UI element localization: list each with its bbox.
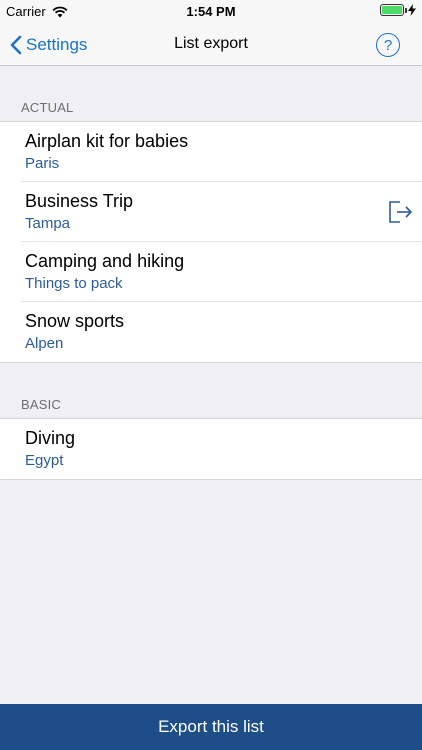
list-item[interactable]: Airplan kit for babies Paris <box>0 122 422 182</box>
export-icon[interactable] <box>386 198 414 226</box>
export-list-label: Export this list <box>158 717 264 736</box>
list-item-subtitle: Paris <box>25 155 60 172</box>
list-item-subtitle: Things to pack <box>25 275 123 292</box>
list-item-subtitle: Tampa <box>25 215 71 232</box>
list-item-title: Business Trip <box>25 191 134 211</box>
list-item-title: Snow sports <box>25 311 125 331</box>
list-item-title: Diving <box>25 428 76 448</box>
section-header-actual: ACTUAL <box>21 100 74 115</box>
list-item[interactable]: Snow sports Alpen <box>0 302 422 362</box>
charging-bolt-icon <box>408 4 416 16</box>
list-item[interactable]: Camping and hiking Things to pack <box>0 242 422 302</box>
list-item-subtitle: Egypt <box>25 452 64 469</box>
page-title: List export <box>174 35 248 52</box>
list-item-title: Camping and hiking <box>25 251 185 271</box>
section-header-basic: BASIC <box>21 397 62 412</box>
status-time: 1:54 PM <box>186 4 236 19</box>
navigation-bar: Settings List export ? <box>0 24 422 66</box>
status-right <box>380 4 416 16</box>
export-list-button[interactable]: Export this list <box>0 704 422 750</box>
list-item-subtitle: Alpen <box>25 335 64 352</box>
list-actual: Airplan kit for babies Paris Business Tr… <box>0 121 422 363</box>
list-item[interactable]: Business Trip Tampa <box>0 182 422 242</box>
list-basic: Diving Egypt <box>0 418 422 480</box>
list-item-title: Airplan kit for babies <box>25 131 189 151</box>
status-bar: Carrier 1:54 PM <box>0 0 422 24</box>
list-item[interactable]: Diving Egypt <box>0 419 422 479</box>
question-mark-icon: ? <box>383 36 393 54</box>
battery-icon <box>380 4 407 16</box>
help-button[interactable]: ? <box>376 33 400 57</box>
